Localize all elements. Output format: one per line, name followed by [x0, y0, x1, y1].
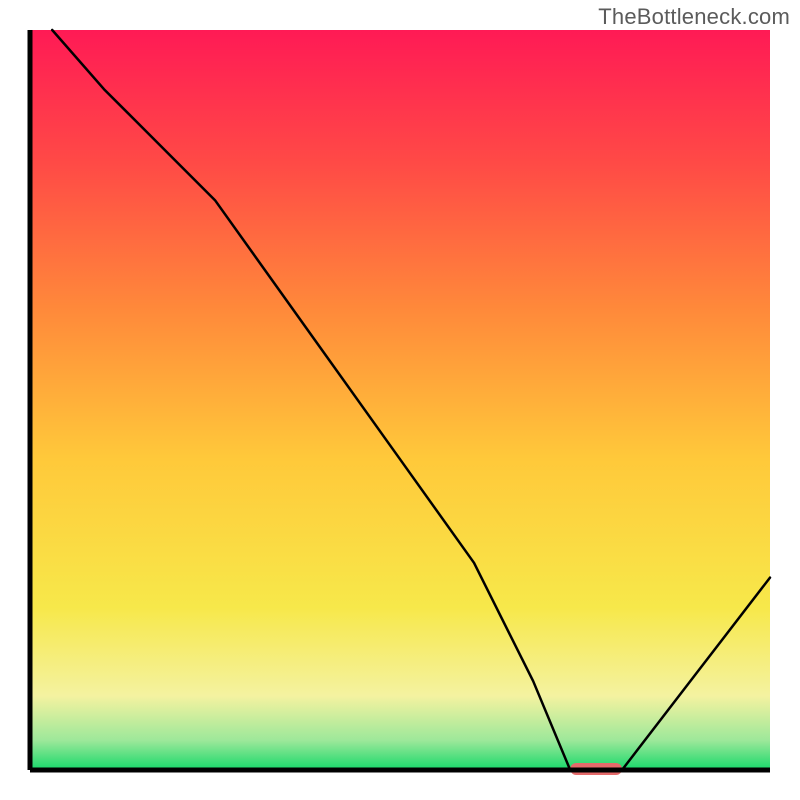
gradient-background — [30, 30, 770, 770]
chart-container: TheBottleneck.com — [0, 0, 800, 800]
plot-area — [30, 30, 770, 775]
watermark-text: TheBottleneck.com — [598, 4, 790, 30]
bottleneck-chart — [0, 0, 800, 800]
